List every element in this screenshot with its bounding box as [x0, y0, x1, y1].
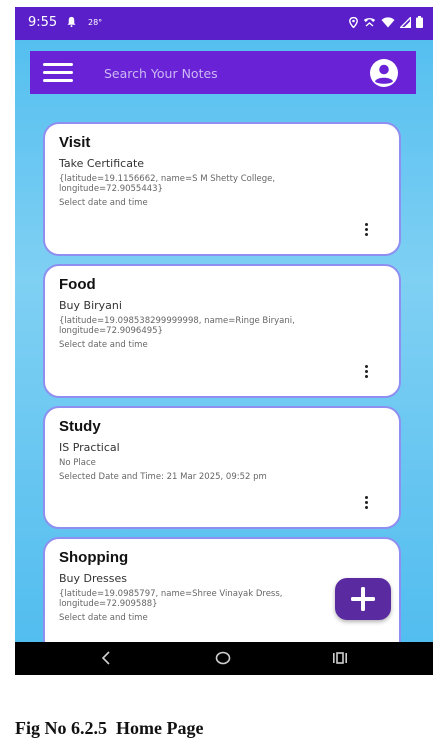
notes-list[interactable]: Visit Take Certificate {latitude=19.1156…	[15, 40, 433, 642]
note-subtitle: IS Practical	[59, 441, 120, 454]
note-title: Shopping	[59, 549, 129, 566]
wifi-icon	[381, 16, 395, 27]
bell-icon	[67, 16, 76, 27]
note-title: Food	[59, 276, 96, 293]
search-bar	[30, 51, 416, 94]
note-location: {latitude=19.098538299999998, name=Ringe…	[59, 316, 295, 336]
system-nav-bar	[15, 642, 433, 675]
search-input[interactable]	[102, 60, 351, 86]
more-options-icon[interactable]	[358, 493, 376, 513]
signal-icon	[400, 16, 411, 28]
note-card[interactable]: Visit Take Certificate {latitude=19.1156…	[43, 122, 401, 256]
add-note-button[interactable]	[335, 578, 391, 620]
note-date-picker[interactable]: Selected Date and Time: 21 Mar 2025, 09:…	[59, 472, 267, 482]
note-location: {latitude=19.0985797, name=Shree Vinayak…	[59, 589, 283, 609]
note-location: {latitude=19.1156662, name=S M Shetty Co…	[59, 174, 276, 194]
note-title: Study	[59, 418, 101, 435]
note-subtitle: Take Certificate	[59, 157, 145, 170]
status-temperature: 28°	[88, 18, 103, 27]
status-icons	[349, 16, 423, 28]
more-options-icon[interactable]	[358, 220, 376, 240]
plus-icon	[351, 587, 375, 611]
note-date-picker[interactable]: Select date and time	[59, 613, 148, 623]
back-icon[interactable]	[98, 650, 116, 666]
note-card[interactable]: Food Buy Biryani {latitude=19.0985382999…	[43, 264, 401, 398]
notes-screen: Visit Take Certificate {latitude=19.1156…	[15, 40, 433, 642]
location-icon	[349, 16, 358, 28]
figure-caption: Fig No 6.2.5 Home Page	[15, 718, 204, 738]
account-circle-icon[interactable]	[369, 58, 399, 88]
more-options-icon[interactable]	[358, 362, 376, 382]
hamburger-menu-icon[interactable]	[43, 63, 75, 83]
note-date-picker[interactable]: Select date and time	[59, 198, 148, 208]
status-time: 9:55	[28, 15, 58, 30]
phone-screen: 9:55 28° Visit Take Certificate {latitud…	[15, 7, 433, 675]
note-title: Visit	[59, 134, 91, 151]
note-location: No Place	[59, 458, 96, 468]
status-bar: 9:55 28°	[15, 7, 433, 40]
note-date-picker[interactable]: Select date and time	[59, 340, 148, 350]
recents-icon[interactable]	[331, 650, 349, 666]
note-subtitle: Buy Dresses	[59, 572, 128, 585]
battery-icon	[416, 16, 423, 28]
home-icon[interactable]	[214, 650, 232, 666]
note-subtitle: Buy Biryani	[59, 299, 122, 312]
note-card[interactable]: Study IS Practical No Place Selected Dat…	[43, 406, 401, 529]
call-icon	[364, 17, 375, 26]
